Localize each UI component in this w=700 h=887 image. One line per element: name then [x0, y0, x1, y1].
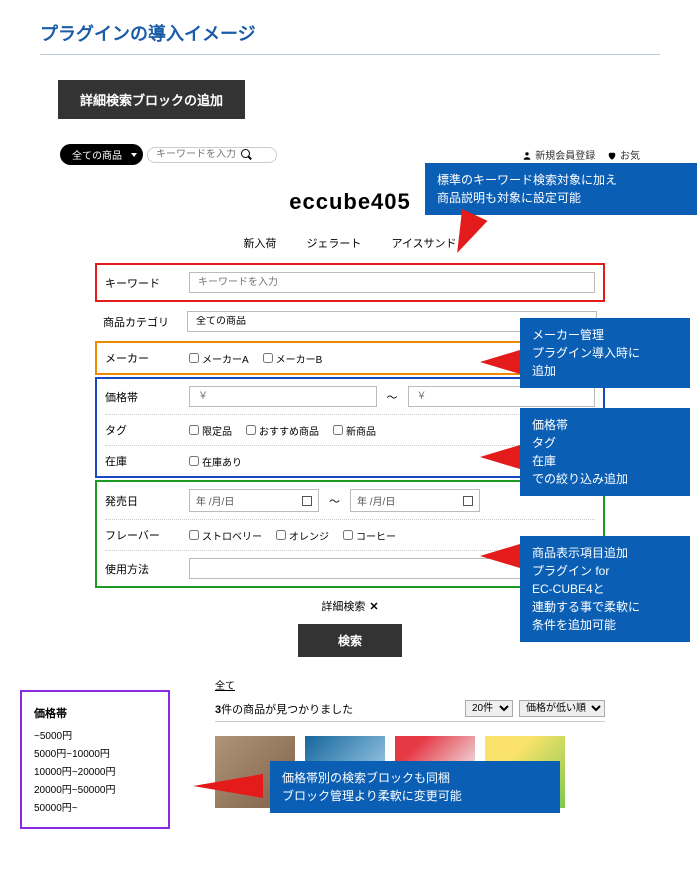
person-icon	[522, 151, 532, 162]
flavor-label: フレーバー	[105, 527, 175, 543]
results-all-tab[interactable]: 全て	[215, 677, 605, 692]
usage-label: 使用方法	[105, 561, 175, 577]
category-pill[interactable]: 全ての商品	[60, 144, 143, 165]
results-count: 33件の商品が見つかりました件の商品が見つかりました	[215, 701, 353, 717]
heart-icon	[607, 151, 617, 162]
callout-extra: 商品表示項目追加 プラグイン for EC-CUBE4と 連動する事で柔軟に 条…	[520, 536, 690, 642]
price-range-block: 価格帯 ~5000円 5000円~10000円 10000円~20000円 20…	[20, 690, 170, 829]
search-icon[interactable]	[241, 149, 253, 161]
nav-tab[interactable]: 新入荷	[243, 235, 276, 251]
top-search[interactable]	[147, 147, 277, 163]
price-max-input[interactable]	[408, 386, 596, 407]
keyword-box: キーワード	[95, 263, 605, 302]
search-button[interactable]: 検索	[298, 624, 402, 657]
calendar-icon	[302, 496, 312, 506]
maker-option[interactable]: メーカーA	[189, 351, 249, 366]
arrow-icon	[444, 209, 487, 259]
signup-link[interactable]: 新規会員登録	[522, 147, 595, 162]
per-page-select[interactable]: 20件	[465, 700, 513, 717]
callout-maker: メーカー管理 プラグイン導入時に 追加	[520, 318, 690, 388]
arrow-left-icon	[480, 350, 520, 374]
price-range-title: 価格帯	[34, 705, 156, 721]
arrow-left-icon	[480, 544, 520, 568]
chevron-down-icon	[131, 153, 137, 157]
date-from-input[interactable]: 年 /月/日	[189, 489, 319, 512]
date-to-input[interactable]: 年 /月/日	[350, 489, 480, 512]
tilde-separator: ～	[383, 389, 402, 405]
callout-keyword: 標準のキーワード検索対象に加え 商品説明も対象に設定可能	[425, 163, 697, 215]
tag-option[interactable]: 限定品	[189, 423, 232, 438]
page-title: プラグインの導入イメージ	[40, 20, 660, 55]
category-label: 商品カテゴリ	[103, 314, 173, 330]
tag-option[interactable]: 新商品	[333, 423, 376, 438]
flavor-option[interactable]: ストロベリー	[189, 528, 262, 543]
arrow-left-icon	[480, 445, 520, 469]
section-header: 詳細検索ブロックの追加	[58, 80, 245, 119]
favorite-label: お気	[620, 151, 640, 162]
price-range-item[interactable]: 5000円~10000円	[34, 745, 156, 760]
stock-label: 在庫	[105, 453, 175, 469]
nav-tabs: 新入荷 ジェラート アイスサンド	[40, 235, 660, 251]
flavor-option[interactable]: オレンジ	[276, 528, 329, 543]
stock-option[interactable]: 在庫あり	[189, 454, 242, 469]
price-range-item[interactable]: ~5000円	[34, 727, 156, 742]
tag-option[interactable]: おすすめ商品	[246, 423, 319, 438]
maker-option[interactable]: メーカーB	[263, 351, 323, 366]
callout-filters: 価格帯 タグ 在庫 での絞り込み追加	[520, 408, 690, 496]
signup-label: 新規会員登録	[535, 151, 595, 162]
top-search-input[interactable]	[156, 149, 241, 160]
arrow-left-icon	[193, 774, 263, 798]
close-icon: ✕	[369, 600, 378, 613]
sort-select[interactable]: 価格が低い順	[519, 700, 605, 717]
calendar-icon	[463, 496, 473, 506]
nav-tab[interactable]: ジェラート	[306, 235, 361, 251]
price-range-item[interactable]: 20000円~50000円	[34, 781, 156, 796]
category-pill-label: 全ての商品	[72, 147, 122, 162]
tag-label: タグ	[105, 422, 175, 438]
release-label: 発売日	[105, 493, 175, 509]
price-min-input[interactable]	[189, 386, 377, 407]
callout-priceblock: 価格帯別の検索ブロックも同梱 ブロック管理より柔軟に変更可能	[270, 761, 560, 813]
tilde-separator: ～	[325, 493, 344, 509]
flavor-option[interactable]: コーヒー	[343, 528, 396, 543]
price-range-item[interactable]: 10000円~20000円	[34, 763, 156, 778]
keyword-input[interactable]	[189, 272, 595, 293]
keyword-label: キーワード	[105, 275, 175, 291]
maker-label: メーカー	[105, 350, 175, 366]
price-range-item[interactable]: 50000円~	[34, 799, 156, 814]
price-label: 価格帯	[105, 389, 175, 405]
favorite-link[interactable]: お気	[607, 147, 640, 162]
